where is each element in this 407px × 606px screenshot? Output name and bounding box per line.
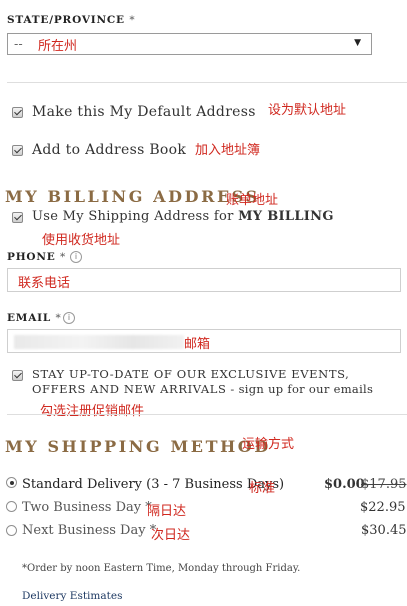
newsletter-rest: - sign up for our emails [226,382,374,396]
newsletter-label: STAY UP-TO-DATE OF OUR EXCLUSIVE EVENTS,… [32,367,373,397]
default-address-label: Make this My Default Address [32,104,256,120]
required-asterisk: * [60,251,67,263]
divider [7,414,407,415]
state-annotation: 所在州 [38,39,78,54]
email-label-text: EMAIL [7,312,52,324]
standard-delivery-annotation: 标准 [249,481,276,496]
address-book-label: Add to Address Book [32,142,187,158]
billing-title: MY BILLING ADDRESS [5,187,260,206]
chevron-down-icon: ▼ [354,38,361,48]
newsletter-line-1: STAY UP-TO-DATE OF OUR EXCLUSIVE EVENTS, [32,367,350,381]
billing-annotation: 账单地址 [226,193,279,208]
email-input[interactable]: 邮箱 [7,329,401,353]
default-address-checkbox[interactable] [12,107,23,118]
divider [7,82,407,83]
standard-delivery-label: Standard Delivery (3 - 7 Business Days) [22,477,285,492]
phone-label: PHONE * [7,251,66,263]
two-day-radio[interactable] [6,501,17,512]
shipping-annotation: 运输方式 [242,437,295,452]
newsletter-caps: OFFERS AND NEW ARRIVALS [32,382,227,396]
redacted-email-value [14,335,184,349]
state-label-text: STATE/PROVINCE [7,14,125,26]
shipping-footnote: *Order by noon Eastern Time, Monday thro… [22,563,301,574]
phone-annotation: 联系电话 [18,276,71,291]
default-address-annotation: 设为默认地址 [268,103,347,118]
state-select-value: -- [14,37,23,51]
state-label: STATE/PROVINCE * [7,14,135,26]
next-day-annotation: 次日达 [151,528,191,543]
newsletter-checkbox[interactable] [12,370,23,381]
standard-delivery-radio[interactable] [6,477,17,488]
next-day-price: $30.45 [361,523,407,538]
required-asterisk: * [129,14,136,26]
standard-delivery-price: $0.00 [324,477,365,492]
email-annotation: 邮箱 [184,337,211,352]
use-shipping-bold: MY BILLING [238,209,334,224]
required-asterisk: * [55,312,62,324]
next-day-label: Next Business Day * [22,523,157,538]
info-icon[interactable]: i [70,251,82,263]
address-book-checkbox[interactable] [12,145,23,156]
address-book-annotation: 加入地址簿 [195,143,261,158]
standard-delivery-old-price: $17.95 [361,477,407,492]
shipping-title: MY SHIPPING METHOD [5,437,271,456]
state-select[interactable]: -- 所在州 ▼ [7,33,372,55]
phone-input[interactable]: 联系电话 [7,268,401,292]
newsletter-annotation: 勾选注册促销邮件 [40,404,145,419]
delivery-estimates-link[interactable]: Delivery Estimates [22,590,122,602]
phone-label-text: PHONE [7,251,56,263]
two-day-price: $22.95 [360,500,406,515]
info-icon[interactable]: i [63,312,75,324]
newsletter-line-2: OFFERS AND NEW ARRIVALS - sign up for ou… [32,382,373,397]
use-shipping-text: Use My Shipping Address for [32,209,239,224]
email-label: EMAIL * [7,312,62,324]
next-day-radio[interactable] [6,525,17,536]
two-day-label: Two Business Day * [22,500,152,515]
two-day-annotation: 隔日达 [147,504,187,519]
use-shipping-annotation: 使用收货地址 [42,233,121,248]
use-shipping-checkbox[interactable] [12,212,23,223]
use-shipping-label: Use My Shipping Address for MY BILLING [32,209,334,224]
